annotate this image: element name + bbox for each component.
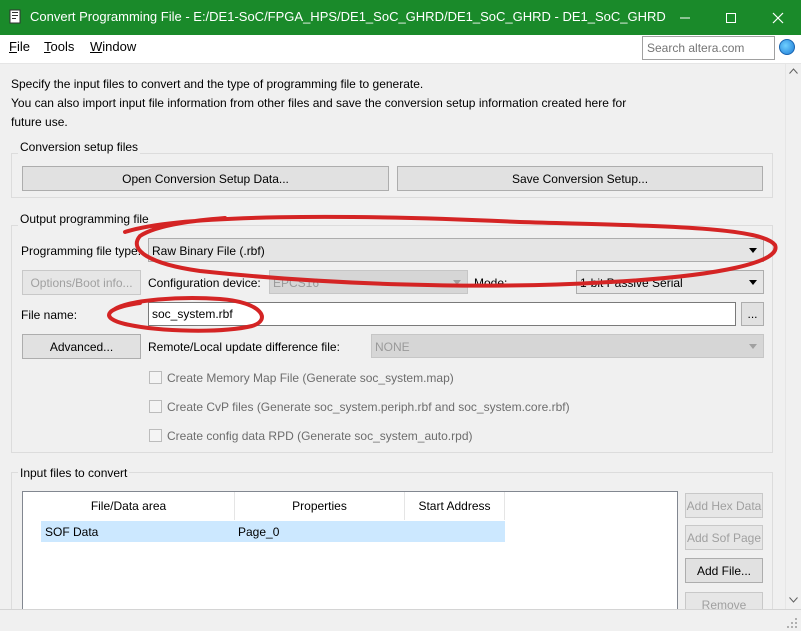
vertical-scrollbar[interactable] — [785, 64, 801, 609]
menu-file-label: ile — [16, 39, 30, 54]
remote-local-update-value: NONE — [375, 340, 410, 354]
conversion-setup-legend: Conversion setup files — [18, 140, 141, 154]
config-data-rpd-checkbox-label: Create config data RPD (Generate soc_sys… — [167, 429, 473, 443]
column-header-start-address-label: Start Address — [418, 499, 491, 513]
intro-line-3: future use. — [11, 115, 68, 129]
remote-local-update-select[interactable]: NONE — [371, 334, 764, 358]
programming-file-type-select[interactable]: Raw Binary File (.rbf) — [148, 238, 764, 262]
window-title: Convert Programming File - E:/DE1-SoC/FP… — [30, 9, 666, 24]
add-file-button[interactable]: Add File... — [685, 558, 763, 583]
chevron-down-icon — [749, 280, 757, 285]
globe-icon[interactable] — [779, 39, 795, 55]
minimize-button[interactable] — [662, 0, 708, 35]
menu-tools-label: ools — [50, 39, 75, 54]
minimize-icon — [680, 17, 690, 18]
browse-button[interactable]: ... — [741, 302, 764, 326]
row-properties-cell: Page_0 — [238, 525, 280, 539]
menu-file-mnemonic: F — [9, 39, 17, 54]
close-icon — [772, 12, 784, 23]
mode-value: 1-bit Passive Serial — [580, 276, 683, 290]
mode-select[interactable]: 1-bit Passive Serial — [576, 270, 764, 294]
quartus-document-icon — [9, 9, 21, 24]
menu-window-label: indow — [102, 39, 137, 54]
input-files-table[interactable]: File/Data area Properties Start Address … — [22, 491, 678, 609]
intro-line-2: You can also import input file informati… — [11, 96, 627, 110]
menu-file[interactable]: File — [9, 39, 30, 54]
close-button[interactable] — [755, 0, 801, 35]
remote-local-update-label: Remote/Local update difference file: — [148, 340, 340, 354]
open-conversion-setup-button[interactable]: Open Conversion Setup Data... — [22, 166, 389, 191]
search-input[interactable] — [645, 38, 773, 58]
menu-window[interactable]: Window — [90, 39, 136, 54]
programming-file-type-value: Raw Binary File (.rbf) — [152, 244, 265, 258]
column-header-properties-label: Properties — [292, 499, 347, 513]
file-name-value: soc_system.rbf — [152, 307, 233, 321]
configuration-device-label: Configuration device: — [148, 276, 261, 290]
options-boot-info-button[interactable]: Options/Boot info... — [22, 270, 141, 295]
search-box[interactable] — [642, 36, 775, 60]
maximize-icon — [726, 12, 736, 23]
remove-button[interactable]: Remove — [685, 592, 763, 609]
scroll-down-arrow-icon[interactable] — [789, 597, 798, 603]
column-header-start-address[interactable]: Start Address — [405, 492, 505, 520]
column-header-file[interactable]: File/Data area — [23, 492, 235, 520]
output-file-legend: Output programming file — [18, 212, 151, 226]
maximize-button[interactable] — [708, 0, 754, 35]
programming-file-type-label: Programming file type: — [21, 244, 142, 258]
column-header-file-label: File/Data area — [90, 499, 167, 513]
status-bar — [0, 609, 801, 631]
table-row[interactable]: SOF Data Page_0 — [41, 521, 505, 542]
chevron-down-icon — [453, 280, 461, 285]
save-conversion-setup-button[interactable]: Save Conversion Setup... — [397, 166, 763, 191]
memory-map-checkbox[interactable] — [149, 371, 162, 384]
configuration-device-value: EPCS16 — [273, 276, 320, 290]
mode-label: Mode: — [474, 276, 508, 290]
menu-tools[interactable]: Tools — [44, 39, 74, 54]
add-sof-page-button[interactable]: Add Sof Page — [685, 525, 763, 550]
cvp-files-checkbox[interactable] — [149, 400, 162, 413]
title-bar[interactable]: Convert Programming File - E:/DE1-SoC/FP… — [0, 0, 801, 35]
advanced-button[interactable]: Advanced... — [22, 334, 141, 359]
input-files-legend: Input files to convert — [18, 466, 130, 480]
cvp-files-checkbox-label: Create CvP files (Generate soc_system.pe… — [167, 400, 570, 414]
intro-line-1: Specify the input files to convert and t… — [11, 77, 424, 91]
config-data-rpd-checkbox[interactable] — [149, 429, 162, 442]
resize-grip-icon[interactable] — [787, 618, 798, 629]
add-hex-data-button[interactable]: Add Hex Data — [685, 493, 763, 518]
dialog-content: Specify the input files to convert and t… — [0, 64, 785, 609]
memory-map-checkbox-label: Create Memory Map File (Generate soc_sys… — [167, 371, 454, 385]
column-header-properties[interactable]: Properties — [235, 492, 405, 520]
file-name-label: File name: — [21, 308, 78, 322]
chevron-down-icon — [749, 344, 757, 349]
file-name-field[interactable]: soc_system.rbf — [148, 302, 736, 326]
menu-window-mnemonic: W — [90, 39, 103, 54]
configuration-device-select[interactable]: EPCS16 — [269, 270, 468, 294]
chevron-down-icon — [749, 248, 757, 253]
scroll-up-arrow-icon[interactable] — [789, 68, 798, 74]
row-file-cell: SOF Data — [45, 525, 99, 539]
